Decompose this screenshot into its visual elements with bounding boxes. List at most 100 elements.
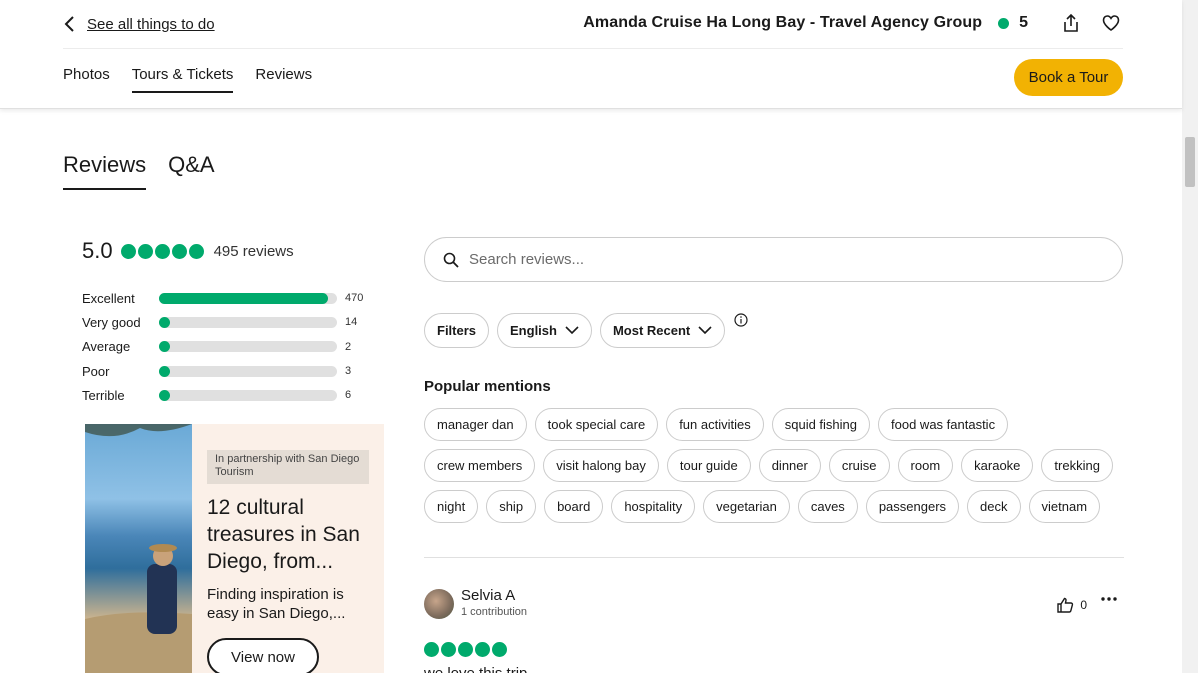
filter-bar: Filters English Most Recent xyxy=(424,313,748,348)
popular-mentions-title: Popular mentions xyxy=(424,378,551,395)
filters-button[interactable]: Filters xyxy=(424,313,490,348)
ad-headline[interactable]: 12 cultural treasures in San Diego, from… xyxy=(207,494,377,575)
language-dropdown[interactable]: English xyxy=(497,313,592,348)
tab-photos[interactable]: Photos xyxy=(63,66,110,93)
bubble-icon xyxy=(120,243,136,259)
book-tour-button[interactable]: Book a Tour xyxy=(1014,59,1123,96)
chevron-down-icon xyxy=(565,326,579,335)
rating-bar-fill xyxy=(159,341,170,353)
rating-bar xyxy=(159,341,337,353)
mention-chip[interactable]: caves xyxy=(797,490,858,523)
search-input[interactable] xyxy=(469,251,1069,268)
rating-bar xyxy=(159,365,337,377)
review-title[interactable]: we love this trip xyxy=(424,665,527,673)
tab-tours-tickets[interactable]: Tours & Tickets xyxy=(131,66,234,93)
bubble-icon xyxy=(188,243,204,259)
search-icon xyxy=(443,252,459,268)
rating-row-label: Terrible xyxy=(82,387,125,403)
review-search[interactable] xyxy=(424,237,1123,282)
tab-section-reviews[interactable]: Reviews xyxy=(63,152,147,190)
mention-chip[interactable]: ship xyxy=(486,490,537,523)
rating-row-count: 470 xyxy=(345,292,364,305)
bubble-icon xyxy=(492,642,507,657)
ad-partner-label: In partnership with San Diego Tourism xyxy=(207,450,369,484)
mention-chip[interactable]: cruise xyxy=(828,449,890,482)
rating-value: 5 xyxy=(1019,14,1028,31)
rating-bar xyxy=(159,292,337,304)
title-area: Amanda Cruise Ha Long Bay - Travel Agenc… xyxy=(583,12,1122,34)
rating-row-label: Average xyxy=(82,339,131,355)
rating-summary: 5.0 495 reviews xyxy=(82,238,294,264)
mention-chip[interactable]: deck xyxy=(967,490,1021,523)
tab-reviews[interactable]: Reviews xyxy=(255,66,312,93)
mention-chip[interactable]: squid fishing xyxy=(771,408,871,441)
rating-row-poor[interactable]: Poor 3 xyxy=(82,359,372,383)
mention-chip[interactable]: night xyxy=(424,490,479,523)
mention-chip[interactable]: crew members xyxy=(424,449,536,482)
back-link[interactable]: See all things to do xyxy=(63,14,215,34)
avatar[interactable] xyxy=(424,589,454,619)
rating-row-count: 14 xyxy=(345,316,358,329)
rating-bubbles xyxy=(120,243,204,259)
mention-chip[interactable]: food was fantastic xyxy=(878,408,1009,441)
rating-row-label: Very good xyxy=(82,314,141,330)
bubble-icon xyxy=(424,642,439,657)
mention-chip[interactable]: trekking xyxy=(1041,449,1113,482)
overall-score: 5.0 xyxy=(82,238,113,263)
back-link-label: See all things to do xyxy=(87,15,215,33)
ad-photo xyxy=(85,424,192,673)
rating-bar-fill xyxy=(159,389,170,401)
header-divider xyxy=(63,48,1123,49)
rating-row-average[interactable]: Average 2 xyxy=(82,335,372,359)
chevron-down-icon xyxy=(698,326,712,335)
more-options-icon[interactable] xyxy=(1101,597,1117,601)
helpful-vote[interactable]: 0 xyxy=(1057,597,1087,613)
mention-chip[interactable]: karaoke xyxy=(961,449,1034,482)
sort-dropdown[interactable]: Most Recent xyxy=(599,313,726,348)
rating-row-label: Excellent xyxy=(82,290,135,306)
popular-mentions-list: manager dan took special care fun activi… xyxy=(424,408,1124,523)
section-tabs: Reviews Q&A xyxy=(63,152,215,190)
mention-chip[interactable]: dinner xyxy=(758,449,821,482)
rating-bar xyxy=(159,316,337,328)
mention-chip[interactable]: vietnam xyxy=(1028,490,1101,523)
rating-row-terrible[interactable]: Terrible 6 xyxy=(82,383,372,407)
ad-subtext: Finding inspiration is easy in San Diego… xyxy=(207,586,346,622)
bubble-icon xyxy=(137,243,153,259)
heart-icon[interactable] xyxy=(1100,12,1122,34)
mention-chip[interactable]: visit halong bay xyxy=(543,449,659,482)
mention-chip[interactable]: board xyxy=(544,490,604,523)
rating-row-excellent[interactable]: Excellent 470 xyxy=(82,286,372,310)
reviewer-name[interactable]: Selvia A xyxy=(461,587,515,604)
mention-chip[interactable]: vegetarian xyxy=(703,490,790,523)
rating-row-count: 3 xyxy=(345,365,352,378)
helpful-count: 0 xyxy=(1080,598,1087,612)
bubble-icon xyxy=(475,642,490,657)
rating-bar-fill xyxy=(159,365,170,377)
scrollbar[interactable] xyxy=(1182,0,1198,673)
info-icon[interactable] xyxy=(734,313,748,327)
rating-bar-fill xyxy=(159,292,329,304)
rating-row-very-good[interactable]: Very good 14 xyxy=(82,310,372,334)
tab-section-qa[interactable]: Q&A xyxy=(168,152,214,190)
mention-chip[interactable]: took special care xyxy=(534,408,659,441)
bubble-icon xyxy=(441,642,456,657)
mention-chip[interactable]: tour guide xyxy=(666,449,751,482)
rating-bar xyxy=(159,389,337,401)
scrollbar-thumb[interactable] xyxy=(1185,137,1195,187)
section-divider xyxy=(424,557,1124,558)
view-now-button[interactable]: View now xyxy=(207,638,319,673)
mention-chip[interactable]: manager dan xyxy=(424,408,527,441)
rating-breakdown: Excellent 470 Very good 14 Average 2 Poo… xyxy=(82,286,372,407)
mention-chip[interactable]: hospitality xyxy=(611,490,696,523)
mention-chip[interactable]: fun activities xyxy=(666,408,764,441)
rating-row-count: 6 xyxy=(345,389,352,402)
mention-chip[interactable]: passengers xyxy=(865,490,960,523)
sponsored-ad[interactable]: In partnership with San Diego Tourism 12… xyxy=(85,424,384,673)
reviewer-contributions: 1 contribution xyxy=(461,606,528,618)
mention-chip[interactable]: room xyxy=(897,449,954,482)
review-count: 495 reviews xyxy=(213,242,294,260)
share-icon[interactable] xyxy=(1060,12,1082,34)
bubble-icon xyxy=(154,243,170,259)
review-rating-bubbles xyxy=(424,642,507,657)
